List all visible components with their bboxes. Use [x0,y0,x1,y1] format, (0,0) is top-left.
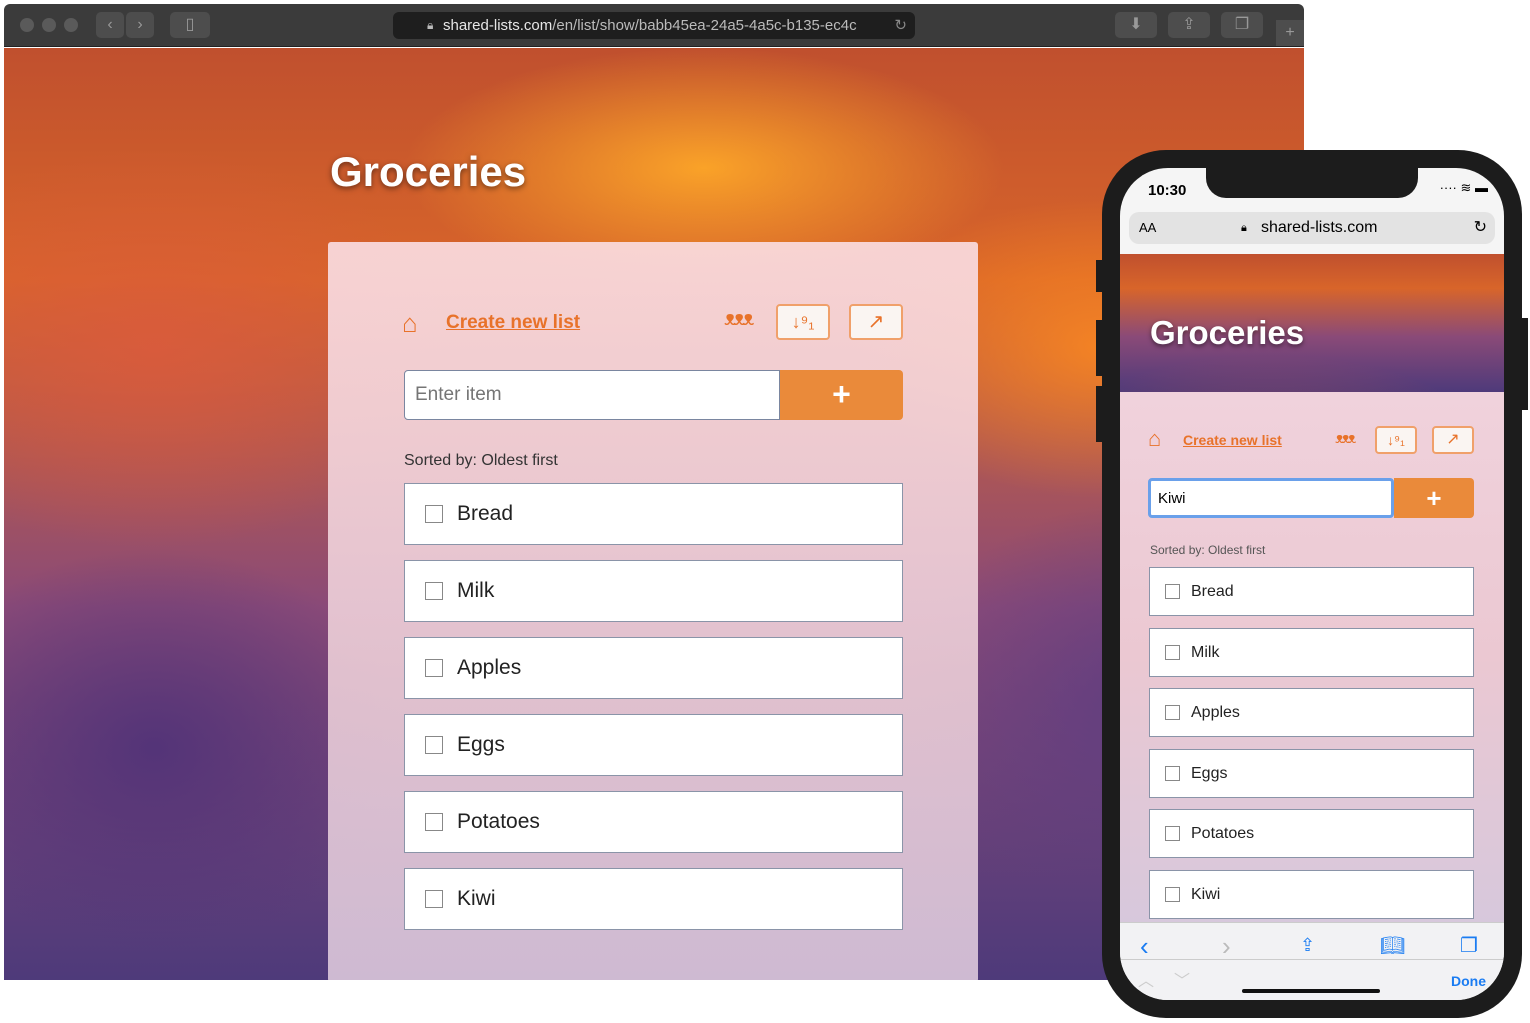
list-item[interactable]: Apples [404,637,903,699]
share-users-icon[interactable]: ᴥᴥᴥ [724,308,754,331]
item-label: Apples [1191,704,1240,721]
text-size-button[interactable]: AA [1139,212,1156,244]
home-icon[interactable]: ⌂ [1148,426,1161,452]
item-checkbox[interactable] [425,813,443,831]
item-checkbox[interactable] [1165,826,1180,841]
open-external-button[interactable]: ↗ [1432,426,1474,454]
phone-list-card: ⌂ Create new list ᴥᴥᴥ ↓⁹₁ ↗ + Sorted by:… [1120,392,1504,922]
sort-numeric-icon: ↓⁹₁ [791,312,815,332]
url-host: shared-lists.com [443,17,553,34]
item-label: Potatoes [457,810,540,833]
item-checkbox[interactable] [1165,765,1180,781]
item-checkbox[interactable] [425,505,443,523]
forward-icon[interactable]: › [126,12,154,38]
phone-item-input[interactable] [1148,478,1394,518]
phone-screen: 10:30 ···· ≋ ▬ AA 🔒︎ shared-lists.com ↻ … [1120,168,1504,1000]
external-link-icon: ↗ [867,311,885,333]
back-icon[interactable]: ‹ [1140,931,1149,962]
previous-field-icon[interactable]: ︿ [1138,967,1154,991]
create-new-list-link[interactable]: Create new list [446,312,580,334]
new-tab-button[interactable]: + [1276,20,1304,46]
item-checkbox[interactable] [1165,644,1180,660]
item-label: Kiwi [1191,885,1221,903]
forward-icon[interactable]: › [1222,931,1231,962]
zoom-window-button[interactable] [64,18,78,32]
done-button[interactable]: Done [1451,973,1486,989]
reload-icon[interactable]: ↻ [894,12,907,39]
close-window-button[interactable] [20,18,34,32]
lock-icon: 🔒︎ [427,18,434,32]
list-item[interactable]: Potatoes [1149,809,1474,858]
list-item[interactable]: Bread [1149,567,1474,616]
home-indicator [1242,989,1380,993]
share-icon[interactable]: ⇪ [1300,935,1315,956]
minimize-window-button[interactable] [42,18,56,32]
next-field-icon[interactable]: ﹀ [1174,967,1190,991]
item-label: Potatoes [1191,825,1255,842]
list-item[interactable]: Milk [1149,627,1474,677]
lock-icon: 🔒︎ [1241,222,1247,234]
item-label: Bread [1191,583,1234,600]
download-icon[interactable]: ⬇ [1115,12,1157,38]
sorted-by-value: Oldest first [1208,543,1266,557]
sidebar-icon[interactable]: ▯ [170,12,210,38]
item-checkbox[interactable] [425,582,443,600]
safari-bottom-bar: ‹ › ⇪ 📖︎ ❐ ︿ ﹀ Done [1120,922,1504,1000]
add-item-button[interactable]: + [780,370,903,420]
list-item[interactable]: Eggs [1149,748,1474,798]
item-checkbox[interactable] [1165,705,1180,720]
sort-numeric-icon: ↓⁹₁ [1387,432,1405,448]
reload-icon[interactable]: ↻ [1474,212,1487,244]
add-item-button[interactable]: + [1394,478,1474,518]
home-icon[interactable]: ⌂ [402,308,418,339]
sort-button[interactable]: ↓⁹₁ [776,304,830,340]
browser-toolbar: ‹ › ▯ 🔒︎ shared-lists.com/en/list/show/ba… [4,4,1304,47]
back-icon[interactable]: ‹ [96,12,124,38]
phone-url: shared-lists.com [1261,219,1378,236]
share-users-icon[interactable]: ᴥᴥᴥ [1335,430,1356,447]
external-link-icon: ↗ [1446,431,1460,448]
list-item[interactable]: Kiwi [404,868,903,930]
create-new-list-link[interactable]: Create new list [1183,432,1282,448]
phone-header-background: Groceries [1120,254,1504,392]
share-icon[interactable]: ⇪ [1168,12,1210,38]
list-item[interactable]: Kiwi [1149,869,1474,919]
item-label: Eggs [1191,764,1228,782]
item-checkbox[interactable] [425,890,443,908]
item-checkbox[interactable] [425,736,443,754]
item-label: Apples [457,656,522,679]
list-item[interactable]: Apples [1149,688,1474,737]
open-external-button[interactable]: ↗ [849,304,903,340]
bookmarks-icon[interactable]: 📖︎ [1380,933,1405,958]
sorted-by-label: Sorted by: Oldest first [404,452,558,469]
sorted-by-label: Sorted by: Oldest first [1150,543,1266,557]
list-card: ⌂ Create new list ᴥᴥᴥ ↓⁹₁ ↗ + Sorted by:… [328,242,978,980]
item-checkbox[interactable] [425,659,443,677]
item-label: Milk [1191,643,1220,661]
item-label: Milk [457,579,495,602]
item-input[interactable] [404,370,780,420]
list-item[interactable]: Eggs [404,714,903,776]
list-item[interactable]: Potatoes [404,791,903,853]
tabs-icon[interactable]: ❐ [1221,12,1263,38]
phone-mockup: 10:30 ···· ≋ ▬ AA 🔒︎ shared-lists.com ↻ … [1096,150,1528,1018]
item-checkbox[interactable] [1165,584,1180,599]
tabs-icon[interactable]: ❐ [1460,933,1478,958]
status-time: 10:30 [1148,182,1187,199]
phone-page-title: Groceries [1150,314,1305,351]
list-item[interactable]: Bread [404,483,903,545]
item-label: Kiwi [457,887,496,910]
phone-address-bar[interactable]: AA 🔒︎ shared-lists.com ↻ [1129,212,1495,244]
url-path: /en/list/show/babb45ea-24a5-4a5c-b135-ec… [552,17,857,34]
sorted-by-value: Oldest first [481,452,558,469]
item-label: Bread [457,502,514,525]
item-checkbox[interactable] [1165,886,1180,902]
page-title: Groceries [330,148,527,195]
item-label: Eggs [457,733,505,756]
sort-button[interactable]: ↓⁹₁ [1375,426,1417,454]
signal-wifi-battery-icon: ···· ≋ ▬ [1439,180,1488,195]
address-bar[interactable]: 🔒︎ shared-lists.com/en/list/show/babb45ea… [393,12,915,39]
list-item[interactable]: Milk [404,560,903,622]
